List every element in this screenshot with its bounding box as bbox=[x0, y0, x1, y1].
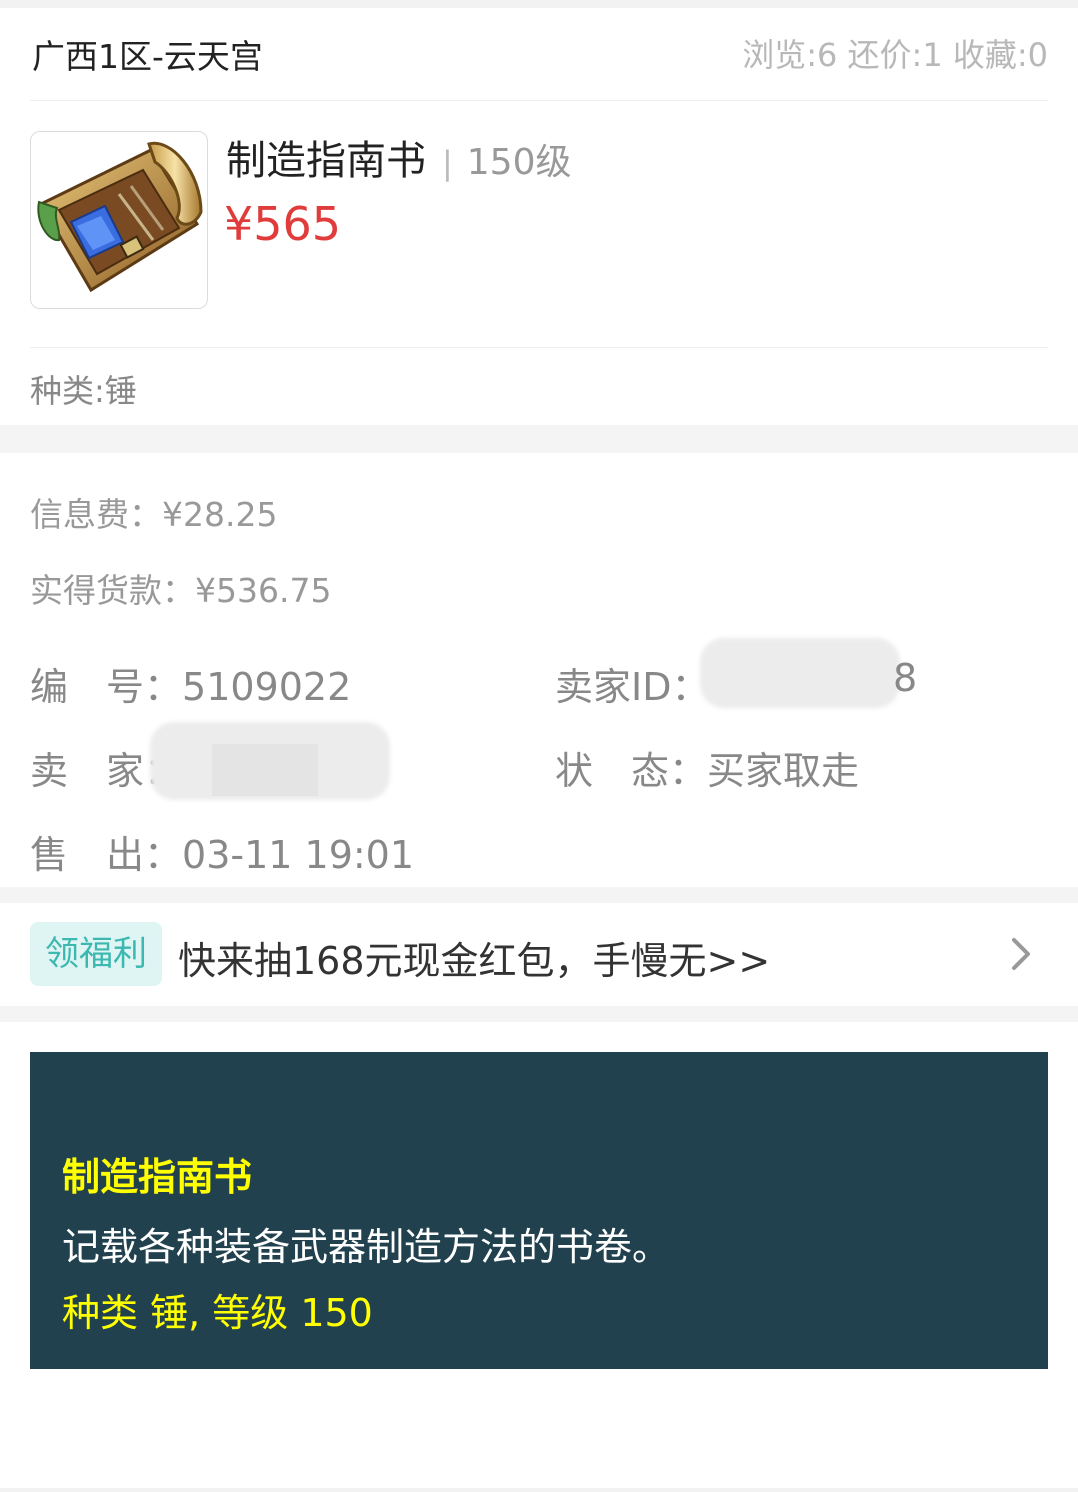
seller-id-tail: 8 bbox=[893, 656, 918, 700]
order-number-value: 5109022 bbox=[182, 665, 352, 709]
order-number: 编 号：5109022 bbox=[30, 656, 351, 711]
net-income: 实得货款：¥536.75 bbox=[30, 571, 332, 610]
promo-text: 快来抽168元现金红包，手慢无>> bbox=[178, 939, 771, 983]
top-divider bbox=[0, 0, 1078, 8]
sold-time: 售 出：03-11 19:01 bbox=[30, 824, 414, 879]
item-summary: 制造指南书 | 150级 ¥565 bbox=[30, 131, 1048, 348]
promo-tag: 领福利 bbox=[30, 922, 162, 986]
listing-header: 广西1区-云天宫 浏览:6 还价:1 收藏:0 bbox=[30, 8, 1048, 101]
item-price: ¥565 bbox=[224, 197, 342, 251]
item-category: 种类:锤 bbox=[30, 372, 137, 410]
section-divider bbox=[0, 425, 1078, 453]
item-description-tooltip: 制造指南书 记载各种装备武器制造方法的书卷。 种类 锤, 等级 150 bbox=[30, 1052, 1048, 1369]
listing-stats: 浏览:6 还价:1 收藏:0 bbox=[742, 36, 1048, 74]
seller-redaction-core bbox=[212, 744, 318, 796]
chevron-right-icon[interactable] bbox=[998, 932, 1042, 976]
bottom-divider bbox=[0, 1488, 1078, 1492]
info-fee: 信息费：¥28.25 bbox=[30, 495, 278, 534]
seller-id-label: 卖家ID： bbox=[555, 665, 710, 709]
item-level: 150级 bbox=[466, 142, 572, 183]
section-divider bbox=[0, 1006, 1078, 1022]
description-attributes: 种类 锤, 等级 150 bbox=[62, 1291, 373, 1335]
item-detail-page: 广西1区-云天宫 浏览:6 还价:1 收藏:0 制造指南书 | 150级 ¥56… bbox=[0, 0, 1078, 1492]
order-number-label: 编 号： bbox=[30, 665, 183, 709]
description-title: 制造指南书 bbox=[62, 1155, 253, 1199]
seller-id-redaction bbox=[700, 638, 900, 708]
item-title: 制造指南书 | 150级 bbox=[226, 128, 572, 186]
promo-banner[interactable]: 领福利 快来抽168元现金红包，手慢无>> bbox=[30, 922, 1048, 988]
status-value: 买家取走 bbox=[707, 749, 860, 793]
title-separator: | bbox=[442, 144, 453, 182]
sold-time-label: 售 出： bbox=[30, 833, 183, 877]
status: 状 态：买家取走 bbox=[555, 740, 859, 795]
section-divider bbox=[0, 887, 1078, 903]
scroll-book-icon[interactable] bbox=[30, 131, 208, 309]
seller-id: 卖家ID： bbox=[555, 656, 709, 711]
item-name: 制造指南书 bbox=[226, 138, 426, 184]
server-name: 广西1区-云天宫 bbox=[32, 37, 263, 76]
status-label: 状 态： bbox=[555, 749, 708, 793]
sold-time-value: 03-11 19:01 bbox=[182, 833, 415, 877]
description-text: 记载各种装备武器制造方法的书卷。 bbox=[62, 1225, 671, 1269]
